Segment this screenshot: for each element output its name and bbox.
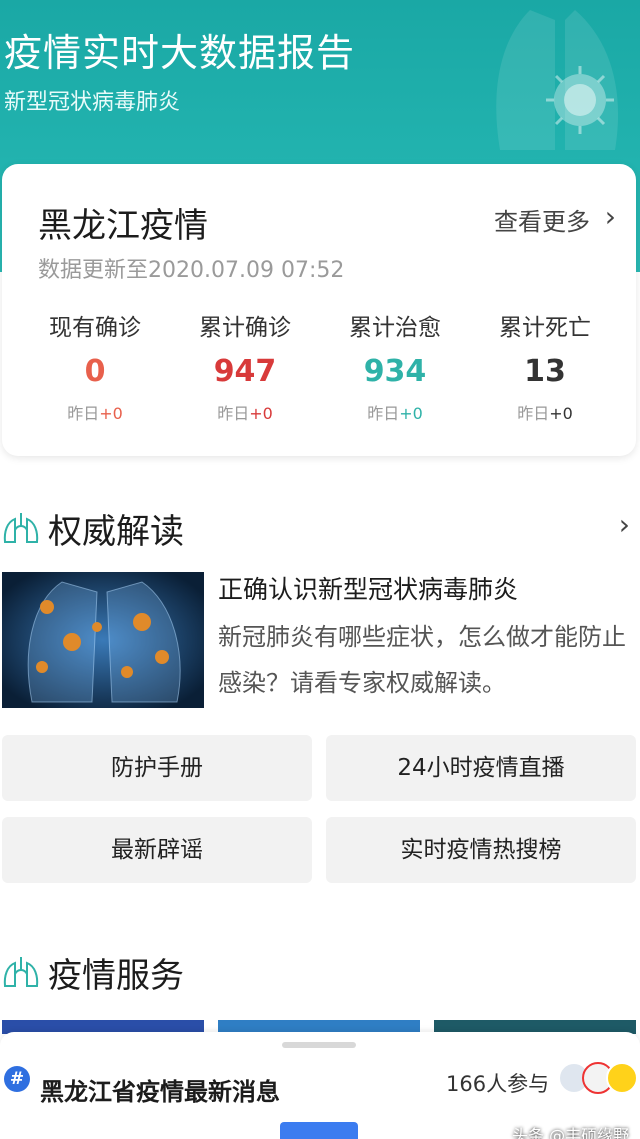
stat-label: 累计确诊 — [199, 315, 291, 341]
watermark: 头条 @丰硕缘野 — [512, 1126, 630, 1139]
section-title: 权威解读 — [48, 512, 184, 552]
hashtag-icon: # — [4, 1066, 30, 1092]
article-description[interactable]: 新冠肺炎有哪些症状，怎么做才能防止感染？请看专家权威解读。 — [218, 614, 628, 706]
protection-manual-button[interactable]: 防护手册 — [2, 735, 312, 801]
participant-avatars — [558, 1062, 640, 1098]
stat-value: 13 — [524, 354, 566, 389]
region-title: 黑龙江疫情 — [38, 206, 208, 246]
stat-delta: 昨日+0 — [217, 404, 273, 423]
stat-total-recovered: 累计治愈 934 昨日+0 — [320, 308, 470, 424]
chevron-right-icon[interactable]: › — [619, 508, 630, 541]
topic-bottom-sheet[interactable]: # 黑龙江省疫情最新消息 166人参与 头条 @丰硕缘野 — [0, 1032, 640, 1139]
lungs-icon — [3, 957, 39, 987]
stat-value: 934 — [363, 354, 427, 389]
services-section-header: 疫情服务 — [0, 946, 640, 996]
active-tab-indicator[interactable] — [280, 1122, 358, 1139]
live-broadcast-button[interactable]: 24小时疫情直播 — [326, 735, 636, 801]
update-time: 数据更新至2020.07.09 07:52 — [38, 258, 345, 283]
stat-value: 0 — [84, 354, 106, 389]
stat-label: 现有确诊 — [49, 315, 141, 341]
article-title[interactable]: 正确认识新型冠状病毒肺炎 — [218, 570, 518, 606]
stat-total-confirmed: 累计确诊 947 昨日+0 — [170, 308, 320, 424]
stat-label: 累计治愈 — [349, 315, 441, 341]
avatar — [606, 1062, 638, 1094]
topic-title[interactable]: 黑龙江省疫情最新消息 — [40, 1072, 280, 1107]
stat-label: 累计死亡 — [499, 315, 591, 341]
stat-value: 947 — [213, 354, 277, 389]
lung-virus-illustration — [496, 10, 619, 150]
stat-delta: 昨日+0 — [67, 404, 123, 423]
chevron-right-icon[interactable]: › — [605, 200, 616, 233]
stat-delta: 昨日+0 — [517, 404, 573, 423]
lungs-icon — [3, 513, 39, 543]
region-stats-card: 黑龙江疫情 查看更多 › 数据更新至2020.07.09 07:52 现有确诊 … — [2, 164, 636, 456]
hot-search-button[interactable]: 实时疫情热搜榜 — [326, 817, 636, 883]
section-title: 疫情服务 — [48, 956, 184, 996]
authority-section-header[interactable]: 权威解读 › — [0, 502, 640, 552]
rumor-debunk-button[interactable]: 最新辟谣 — [2, 817, 312, 883]
stats-row: 现有确诊 0 昨日+0 累计确诊 947 昨日+0 累计治愈 934 昨日+0 … — [20, 308, 620, 424]
stat-total-deaths: 累计死亡 13 昨日+0 — [470, 308, 620, 424]
stat-delta: 昨日+0 — [367, 404, 423, 423]
participant-count: 166人参与 — [446, 1072, 550, 1096]
article-thumbnail[interactable] — [2, 572, 204, 708]
view-more-link[interactable]: 查看更多 — [494, 202, 590, 237]
drag-handle[interactable] — [282, 1042, 356, 1048]
stat-current-confirmed: 现有确诊 0 昨日+0 — [20, 308, 170, 424]
page-title: 疫情实时大数据报告 — [4, 31, 356, 75]
page-subtitle: 新型冠状病毒肺炎 — [4, 90, 181, 115]
